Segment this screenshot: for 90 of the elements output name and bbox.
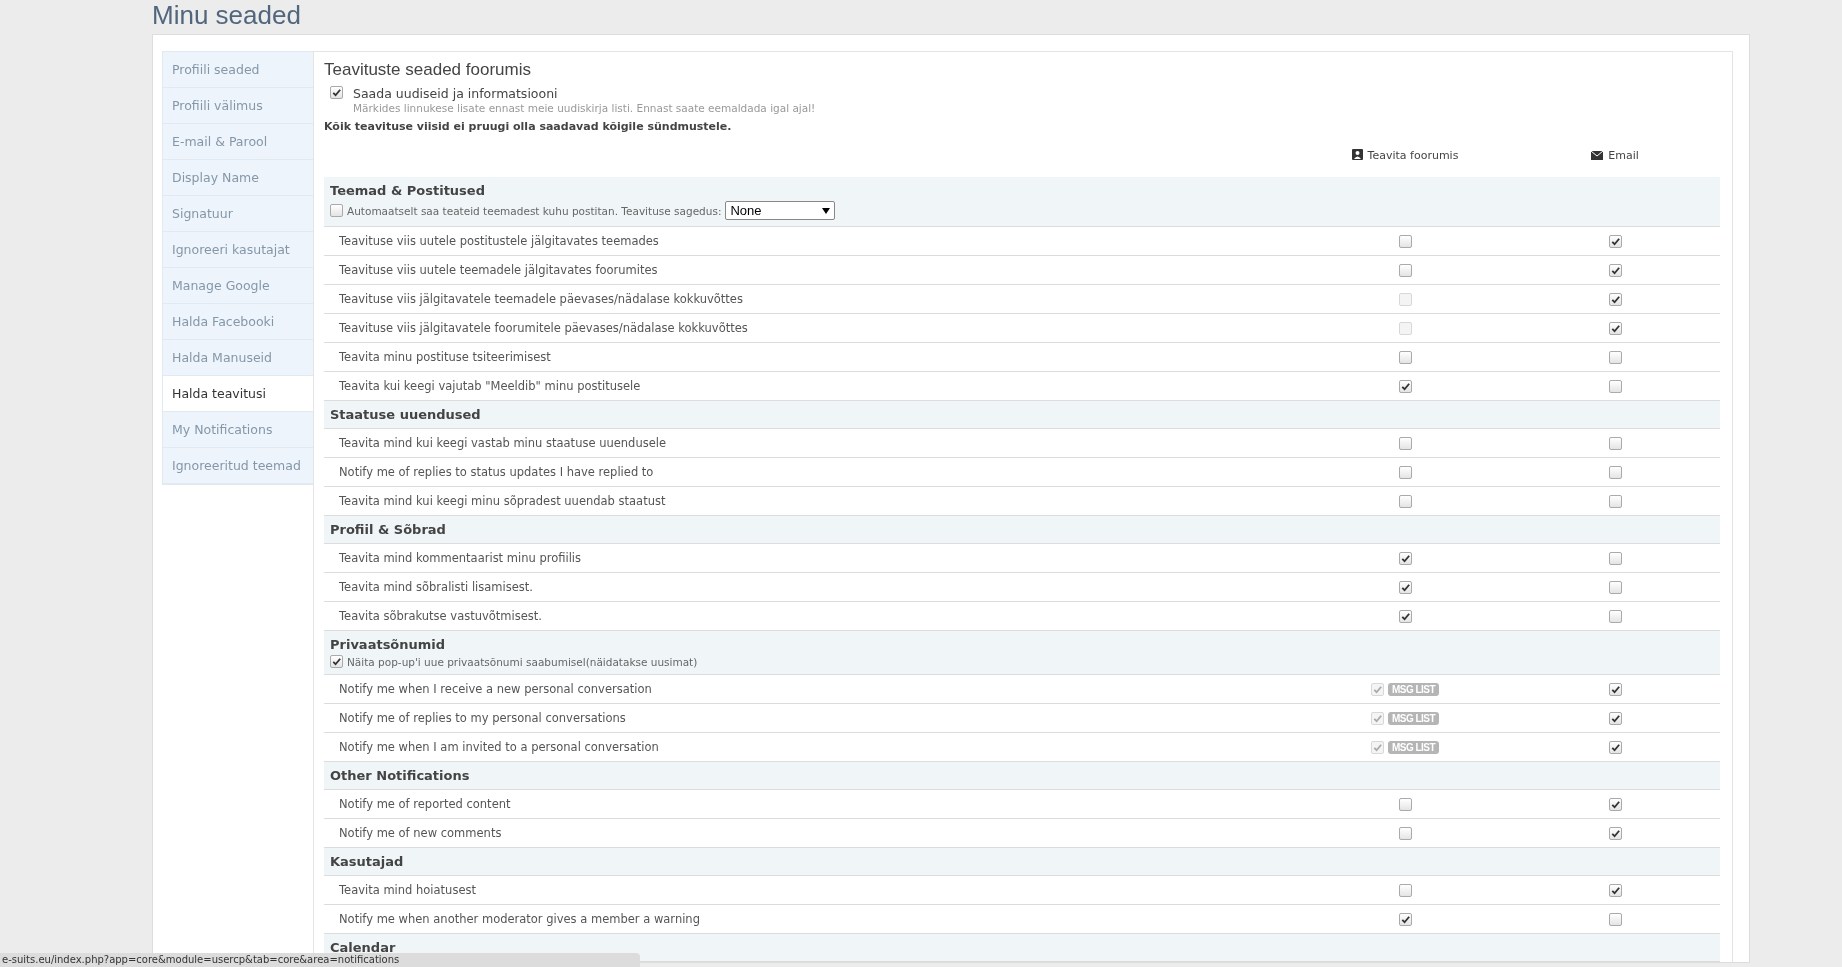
checkbox[interactable] [1398, 609, 1412, 623]
setting-label: Teavita minu postituse tsiteerimisest [338, 350, 552, 364]
checkbox[interactable] [1398, 465, 1412, 479]
checkbox[interactable] [1398, 263, 1412, 277]
setting-label: Notify me of new comments [338, 826, 503, 840]
checkbox[interactable] [1608, 682, 1622, 696]
column-header: Email [1608, 148, 1639, 162]
checkbox[interactable] [1608, 350, 1622, 364]
checkbox[interactable] [1398, 580, 1412, 594]
checkbox[interactable] [1608, 551, 1622, 565]
checkbox[interactable] [1608, 797, 1622, 811]
checkbox[interactable] [1398, 350, 1412, 364]
tag: MSG LIST [1387, 711, 1440, 725]
caret-icon [822, 207, 831, 214]
sidebar-item[interactable]: Manage Google [163, 268, 313, 304]
section-title: Staatuse uuendused [330, 407, 482, 422]
checkbox[interactable] [1608, 436, 1622, 450]
sidebar-item[interactable]: Profiili välimus [163, 88, 313, 124]
setting-label: Teavita mind kommentaarist minu profiilis [338, 551, 583, 565]
checkbox[interactable] [1608, 609, 1622, 623]
sidebar-item[interactable]: Ignoreeri kasutajat [163, 232, 313, 268]
mail-icon [1591, 150, 1604, 160]
checkbox[interactable] [330, 655, 343, 668]
section-title: Teemad & Postitused [330, 183, 486, 198]
setting-label: Teavita mind hoiatusest [338, 883, 477, 897]
checkbox[interactable] [1608, 740, 1622, 754]
setting-label: Teavita kui keegi vajutab "Meeldib" minu postitusele [338, 379, 642, 393]
checkbox[interactable] [1398, 234, 1412, 248]
sidebar-item[interactable]: Ignoreeritud teemad [163, 448, 313, 484]
setting-label: Notify me of replies to status updates I have replied to [338, 465, 655, 479]
checkbox[interactable] [1608, 379, 1622, 393]
checkbox[interactable] [1608, 883, 1622, 897]
setting-label: Notify me of replies to my personal conversations [338, 711, 627, 725]
page-title: Minu seaded [152, 0, 302, 30]
checkbox[interactable] [1398, 494, 1412, 508]
tag: MSG LIST [1387, 682, 1440, 696]
setting-label: Notify me of reported content [338, 797, 512, 811]
section-title: Kasutajad [330, 854, 405, 869]
checkbox[interactable] [1608, 321, 1622, 335]
checkbox[interactable] [1608, 711, 1622, 725]
checkbox[interactable] [1398, 797, 1412, 811]
sidebar-item[interactable]: My Notifications [163, 412, 313, 448]
sidebar-item[interactable]: Halda Facebooki [163, 304, 313, 340]
setting-label: Teavituse viis uutele postitustele jälgitavates teemades [338, 234, 660, 248]
checkbox[interactable] [1608, 580, 1622, 594]
setting-label: Notify me when I am invited to a personal conversation [338, 740, 660, 754]
setting-label: Teavita mind kui keegi vastab minu staatuse uuendusele [338, 436, 667, 450]
checkbox[interactable] [1608, 912, 1622, 926]
column-header: Teavita foorumis [1367, 148, 1459, 162]
checkbox[interactable] [1608, 234, 1622, 248]
section-title: Profiil & Sõbrad [330, 522, 447, 537]
checkbox[interactable] [330, 204, 343, 217]
option-label: Näita pop-up'i uue privaatsõnumi saabumisel(näidatakse uusimat) [347, 655, 698, 668]
setting-label: Notify me when another moderator gives a member a warning [338, 912, 701, 926]
note-text: Kõik teavituse viisid ei pruugi olla saadavad kõigile sündmustele. [324, 120, 733, 133]
panel-title: Teavituste seaded foorumis [324, 60, 532, 80]
checkbox[interactable] [1398, 436, 1412, 450]
sidebar-item[interactable]: Signatuur [163, 196, 313, 232]
checkbox[interactable] [330, 86, 343, 99]
checkbox[interactable] [1398, 826, 1412, 840]
sidebar-item[interactable]: Profiili seaded [163, 52, 313, 88]
status-bar-url: e-suits.eu/index.php?app=core&module=usercp&tab=core&area=notifications [0, 953, 640, 967]
checkbox[interactable] [1608, 292, 1622, 306]
sidebar-item[interactable]: Display Name [163, 160, 313, 196]
checkbox[interactable] [1398, 379, 1412, 393]
checkbox[interactable] [1608, 263, 1622, 277]
section-title: Calendar [330, 940, 397, 955]
option-label: Automaatselt saa teateid teemadest kuhu postitan. Teavituse sagedus: [347, 204, 722, 217]
tag: MSG LIST [1387, 740, 1440, 754]
sidebar-item[interactable]: Halda Manuseid [163, 340, 313, 376]
checkbox-label: Saada uudiseid ja informatsiooni [353, 86, 559, 101]
checkbox[interactable] [1398, 912, 1412, 926]
checkbox[interactable] [1398, 551, 1412, 565]
hint-text: Märkides linnukese lisate ennast meie uudiskirja listi. Ennast saate eemaldada igal ajal! [353, 102, 816, 114]
checkbox[interactable] [1608, 826, 1622, 840]
sidebar-item[interactable]: E-mail & Parool [163, 124, 313, 160]
checkbox[interactable] [1608, 494, 1622, 508]
checkbox[interactable] [1608, 465, 1622, 479]
section-title: Privaatsõnumid [330, 637, 447, 652]
setting-label: Notify me when I receive a new personal conversation [338, 682, 653, 696]
setting-label: Teavita sõbrakutse vastuvõtmisest. [338, 609, 543, 623]
setting-label: Teavituse viis jälgitavatele teemadele päevases/nädalase kokkuvõttes [338, 292, 744, 306]
checkbox[interactable] [1398, 883, 1412, 897]
section-title: Other Notifications [330, 768, 471, 783]
setting-label: Teavituse viis jälgitavatele foorumitele päevases/nädalase kokkuvõttes [338, 321, 749, 335]
setting-label: Teavituse viis uutele teemadele jälgitavates foorumites [338, 263, 659, 277]
setting-label: Teavita mind kui keegi minu sõpradest uuendab staatust [338, 494, 667, 508]
frequency-dropdown[interactable]: None [725, 201, 836, 220]
person-icon [1351, 149, 1363, 161]
setting-label: Teavita mind sõbralisti lisamisest. [338, 580, 534, 594]
